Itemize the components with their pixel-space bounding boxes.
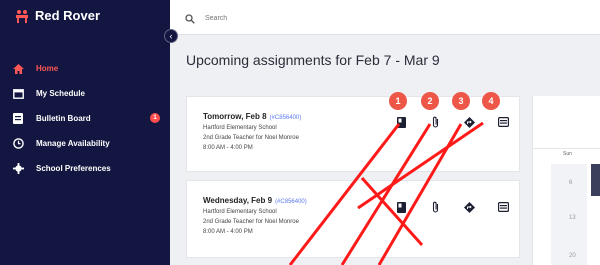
search-icon	[185, 11, 195, 29]
paperclip-icon[interactable]	[429, 201, 441, 213]
search-input[interactable]	[203, 9, 407, 27]
assignment-time: 8:00 AM - 4:00 PM	[203, 229, 253, 235]
sidebar-item-bulletin-board[interactable]: Bulletin Board 1	[0, 106, 170, 131]
brand-logo[interactable]: Red Rover	[14, 8, 100, 23]
calendar-preview: Sun 6 13 20	[532, 96, 600, 265]
assignment-school: Hartford Elementary School	[203, 125, 277, 131]
assignment-job-link[interactable]: (#C856400)	[275, 199, 307, 205]
sidebar-item-my-schedule[interactable]: My Schedule	[0, 81, 170, 106]
directions-icon[interactable]	[463, 201, 475, 213]
assignment-time: 8:00 AM - 4:00 PM	[203, 145, 253, 151]
paperclip-icon[interactable]	[429, 116, 441, 128]
collapse-sidebar-button[interactable]: ‹	[164, 29, 178, 43]
top-bar	[170, 0, 600, 35]
calendar-date[interactable]: 6	[569, 180, 572, 186]
sidebar-item-label: Home	[36, 64, 59, 73]
book-icon[interactable]	[395, 116, 407, 128]
callout-3: 3	[452, 92, 470, 110]
calendar-icon	[12, 88, 24, 100]
assignment-date: Tomorrow, Feb 8 (#C856400)	[203, 112, 301, 121]
assignment-school: Hartford Elementary School	[203, 209, 277, 215]
sidebar-item-label: School Preferences	[36, 164, 111, 173]
calendar-event[interactable]	[591, 164, 600, 196]
calendar-date[interactable]: 13	[569, 215, 576, 221]
notification-badge: 1	[150, 113, 160, 123]
assignment-actions	[395, 116, 509, 128]
home-icon	[12, 63, 24, 75]
assignment-job-link[interactable]: (#C856400)	[270, 115, 302, 121]
page-title: Upcoming assignments for Feb 7 - Mar 9	[186, 52, 440, 68]
directions-icon[interactable]	[463, 116, 475, 128]
assignment-date: Wednesday, Feb 9 (#C856400)	[203, 196, 307, 205]
chevron-left-icon: ‹	[169, 31, 173, 41]
calendar-card-icon[interactable]	[497, 116, 509, 128]
assignment-role: 2nd Grade Teacher for Noel Monroe	[203, 219, 299, 225]
sidebar-item-label: Manage Availability	[36, 139, 110, 148]
calendar-day-label: Sun	[563, 151, 572, 157]
assignment-role: 2nd Grade Teacher for Noel Monroe	[203, 135, 299, 141]
sidebar: Red Rover Home My Schedule Bulletin Boar…	[0, 0, 170, 265]
calendar-card-icon[interactable]	[497, 201, 509, 213]
assignment-date-text: Wednesday, Feb 9	[203, 196, 273, 205]
calendar-divider	[533, 148, 600, 149]
calendar-date[interactable]: 20	[569, 253, 576, 259]
red-rover-logo-icon	[16, 9, 28, 23]
sidebar-item-manage-availability[interactable]: Manage Availability	[0, 131, 170, 156]
clock-icon	[12, 138, 24, 150]
callout-1: 1	[389, 92, 407, 110]
assignment-card[interactable]: Tomorrow, Feb 8 (#C856400) Hartford Eleme…	[186, 96, 520, 172]
book-icon[interactable]	[395, 201, 407, 213]
assignment-actions	[395, 201, 509, 213]
assignment-card[interactable]: Wednesday, Feb 9 (#C856400) Hartford Elem…	[186, 180, 520, 258]
gear-icon	[12, 163, 24, 175]
callout-4: 4	[482, 92, 500, 110]
sidebar-item-home[interactable]: Home	[0, 56, 170, 81]
sidebar-item-school-preferences[interactable]: School Preferences	[0, 156, 170, 181]
sidebar-nav: Home My Schedule Bulletin Board 1 Manage…	[0, 56, 170, 181]
brand-name: Red Rover	[35, 8, 101, 23]
sidebar-item-label: My Schedule	[36, 89, 85, 98]
callout-2: 2	[421, 92, 439, 110]
sidebar-item-label: Bulletin Board	[36, 114, 91, 123]
bulletin-icon	[12, 113, 24, 125]
assignment-date-text: Tomorrow, Feb 8	[203, 112, 267, 121]
